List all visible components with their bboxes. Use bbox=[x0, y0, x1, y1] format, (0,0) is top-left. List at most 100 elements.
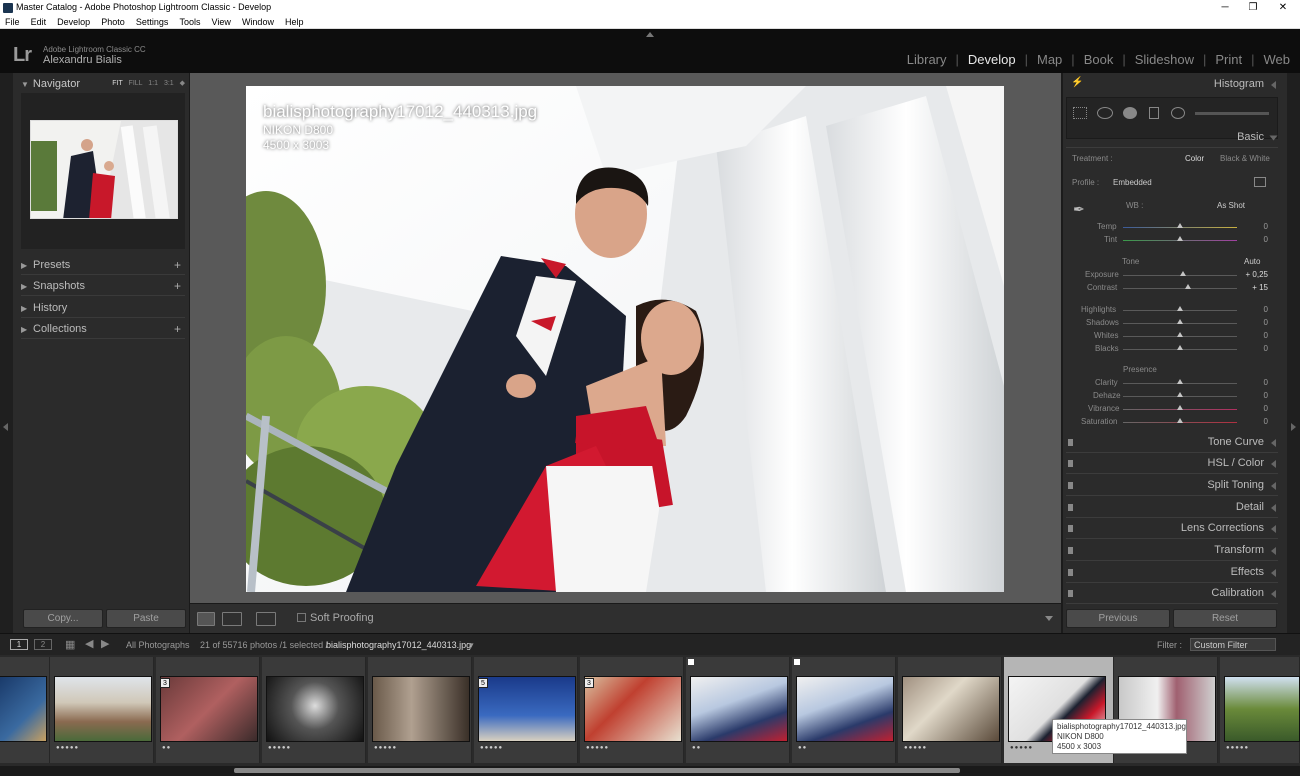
contrast-knob[interactable] bbox=[1185, 284, 1191, 289]
clarity-value[interactable]: 0 bbox=[1238, 378, 1268, 387]
thumbnail[interactable] bbox=[478, 676, 576, 742]
vibrance-value[interactable]: 0 bbox=[1238, 404, 1268, 413]
snapshots-header[interactable]: ▶ Snapshots + bbox=[21, 276, 185, 296]
hsl-header[interactable]: HSL / Color bbox=[1066, 454, 1278, 474]
navigator-zoom-options[interactable]: FIT FILL 1:1 3:1 ◆ bbox=[112, 75, 185, 93]
filmstrip-cell[interactable]: ●●●●● bbox=[368, 657, 472, 763]
left-gutter[interactable] bbox=[0, 73, 13, 633]
whites-value[interactable]: 0 bbox=[1238, 331, 1268, 340]
soft-proofing-checkbox[interactable] bbox=[297, 613, 306, 622]
whites-knob[interactable] bbox=[1177, 332, 1183, 337]
blacks-knob[interactable] bbox=[1177, 345, 1183, 350]
rating-stars[interactable]: ●●●●● bbox=[374, 745, 397, 751]
thumbnail[interactable] bbox=[266, 676, 364, 742]
effects-header[interactable]: Effects bbox=[1066, 563, 1278, 583]
shadows-value[interactable]: 0 bbox=[1238, 318, 1268, 327]
module-slideshow[interactable]: Slideshow bbox=[1135, 52, 1194, 67]
temp-value[interactable]: 0 bbox=[1238, 222, 1268, 231]
right-gutter[interactable] bbox=[1287, 73, 1300, 633]
rating-stars[interactable]: ●● bbox=[162, 745, 171, 751]
filmstrip-cell[interactable] bbox=[0, 657, 50, 763]
add-collection-icon[interactable]: + bbox=[174, 319, 181, 339]
window-2-icon[interactable]: 2 bbox=[34, 639, 52, 650]
rating-stars[interactable]: ●●●●● bbox=[1226, 745, 1249, 751]
scrollbar-thumb[interactable] bbox=[234, 768, 960, 773]
thumbnail[interactable] bbox=[0, 676, 47, 742]
crop-tool-icon[interactable] bbox=[1073, 107, 1087, 119]
presets-header[interactable]: ▶ Presets + bbox=[21, 255, 185, 275]
brush-tool-icon[interactable] bbox=[1195, 112, 1269, 115]
red-eye-icon[interactable] bbox=[1123, 107, 1137, 119]
pick-flag-icon[interactable] bbox=[794, 659, 800, 665]
vibrance-knob[interactable] bbox=[1177, 405, 1183, 410]
dehaze-value[interactable]: 0 bbox=[1238, 391, 1268, 400]
forward-arrow-icon[interactable]: ▶ bbox=[101, 637, 109, 650]
pick-flag-icon[interactable] bbox=[688, 659, 694, 665]
toolbar-menu-icon[interactable] bbox=[1045, 616, 1053, 621]
highlights-value[interactable]: 0 bbox=[1238, 305, 1268, 314]
collections-header[interactable]: ▶ Collections + bbox=[21, 319, 185, 339]
filmstrip-cell[interactable]: ●●●●● bbox=[50, 657, 154, 763]
back-arrow-icon[interactable]: ◀ bbox=[85, 637, 93, 650]
filmstrip-scrollbar[interactable] bbox=[0, 766, 1300, 776]
current-file-dropdown-icon[interactable]: ▾ bbox=[469, 640, 474, 651]
maximize-button[interactable]: ❐ bbox=[1238, 0, 1268, 16]
graduated-filter-icon[interactable] bbox=[1149, 107, 1159, 119]
menu-file[interactable]: File bbox=[5, 17, 20, 27]
thumbnail[interactable] bbox=[54, 676, 152, 742]
treatment-bw[interactable]: Black & White bbox=[1220, 154, 1270, 163]
temp-knob[interactable] bbox=[1177, 223, 1183, 228]
rating-stars[interactable]: ●●●●● bbox=[1010, 745, 1033, 751]
module-develop[interactable]: Develop bbox=[968, 52, 1016, 67]
rating-stars[interactable]: ●●●●● bbox=[268, 745, 291, 751]
copy-button[interactable]: Copy... bbox=[23, 609, 103, 628]
menu-settings[interactable]: Settings bbox=[136, 17, 169, 27]
basic-header[interactable]: Basic bbox=[1066, 128, 1278, 148]
module-library[interactable]: Library bbox=[907, 52, 947, 67]
stack-badge[interactable]: 3 bbox=[160, 678, 170, 688]
tint-knob[interactable] bbox=[1177, 236, 1183, 241]
source-label[interactable]: All Photographs bbox=[126, 640, 190, 650]
split-toning-header[interactable]: Split Toning bbox=[1066, 476, 1278, 496]
dehaze-knob[interactable] bbox=[1177, 392, 1183, 397]
wb-value[interactable]: As Shot bbox=[1217, 201, 1245, 210]
thumbnail[interactable] bbox=[796, 676, 894, 742]
expand-right-icon[interactable] bbox=[1291, 423, 1296, 431]
main-photo[interactable]: bialisphotography17012_440313.jpg NIKON … bbox=[246, 86, 1004, 592]
rating-stars[interactable]: ●●●●● bbox=[904, 745, 927, 751]
radial-filter-icon[interactable] bbox=[1171, 107, 1185, 119]
contrast-value[interactable]: + 15 bbox=[1238, 283, 1268, 292]
zoom-fit[interactable]: FIT bbox=[112, 80, 122, 87]
exposure-knob[interactable] bbox=[1180, 271, 1186, 276]
window-1-icon[interactable]: 1 bbox=[10, 639, 28, 650]
navigator-thumbnail[interactable] bbox=[30, 120, 178, 219]
auto-tone-button[interactable]: Auto bbox=[1244, 257, 1260, 266]
before-after-icon[interactable] bbox=[222, 612, 242, 626]
menu-photo[interactable]: Photo bbox=[101, 17, 125, 27]
thumbnail[interactable] bbox=[160, 676, 258, 742]
stack-badge[interactable]: 3 bbox=[584, 678, 594, 688]
rating-stars[interactable]: ●● bbox=[692, 745, 701, 751]
minimize-button[interactable]: ─ bbox=[1210, 0, 1240, 16]
treatment-color[interactable]: Color bbox=[1185, 154, 1204, 163]
thumbnail[interactable] bbox=[690, 676, 788, 742]
menu-tools[interactable]: Tools bbox=[179, 17, 200, 27]
menu-develop[interactable]: Develop bbox=[57, 17, 90, 27]
navigator-header[interactable]: ▼ Navigator FIT FILL 1:1 3:1 ◆ bbox=[21, 75, 185, 93]
profile-browser-icon[interactable] bbox=[1254, 177, 1266, 187]
menu-edit[interactable]: Edit bbox=[31, 17, 47, 27]
stack-badge[interactable]: 5 bbox=[478, 678, 488, 688]
thumbnail[interactable] bbox=[584, 676, 682, 742]
close-button[interactable]: ✕ bbox=[1268, 0, 1298, 16]
compare-yy-icon[interactable] bbox=[256, 612, 276, 626]
spot-removal-icon[interactable] bbox=[1097, 107, 1113, 119]
saturation-knob[interactable] bbox=[1177, 418, 1183, 423]
previous-button[interactable]: Previous bbox=[1066, 609, 1170, 628]
soft-proofing-toggle[interactable]: Soft Proofing bbox=[297, 612, 374, 624]
filmstrip-cell[interactable]: 5 ●●●●● bbox=[474, 657, 578, 763]
menu-view[interactable]: View bbox=[212, 17, 231, 27]
expand-left-icon[interactable] bbox=[3, 423, 8, 431]
contrast-slider[interactable] bbox=[1123, 288, 1237, 289]
history-header[interactable]: ▶ History bbox=[21, 298, 185, 318]
transform-header[interactable]: Transform bbox=[1066, 541, 1278, 561]
